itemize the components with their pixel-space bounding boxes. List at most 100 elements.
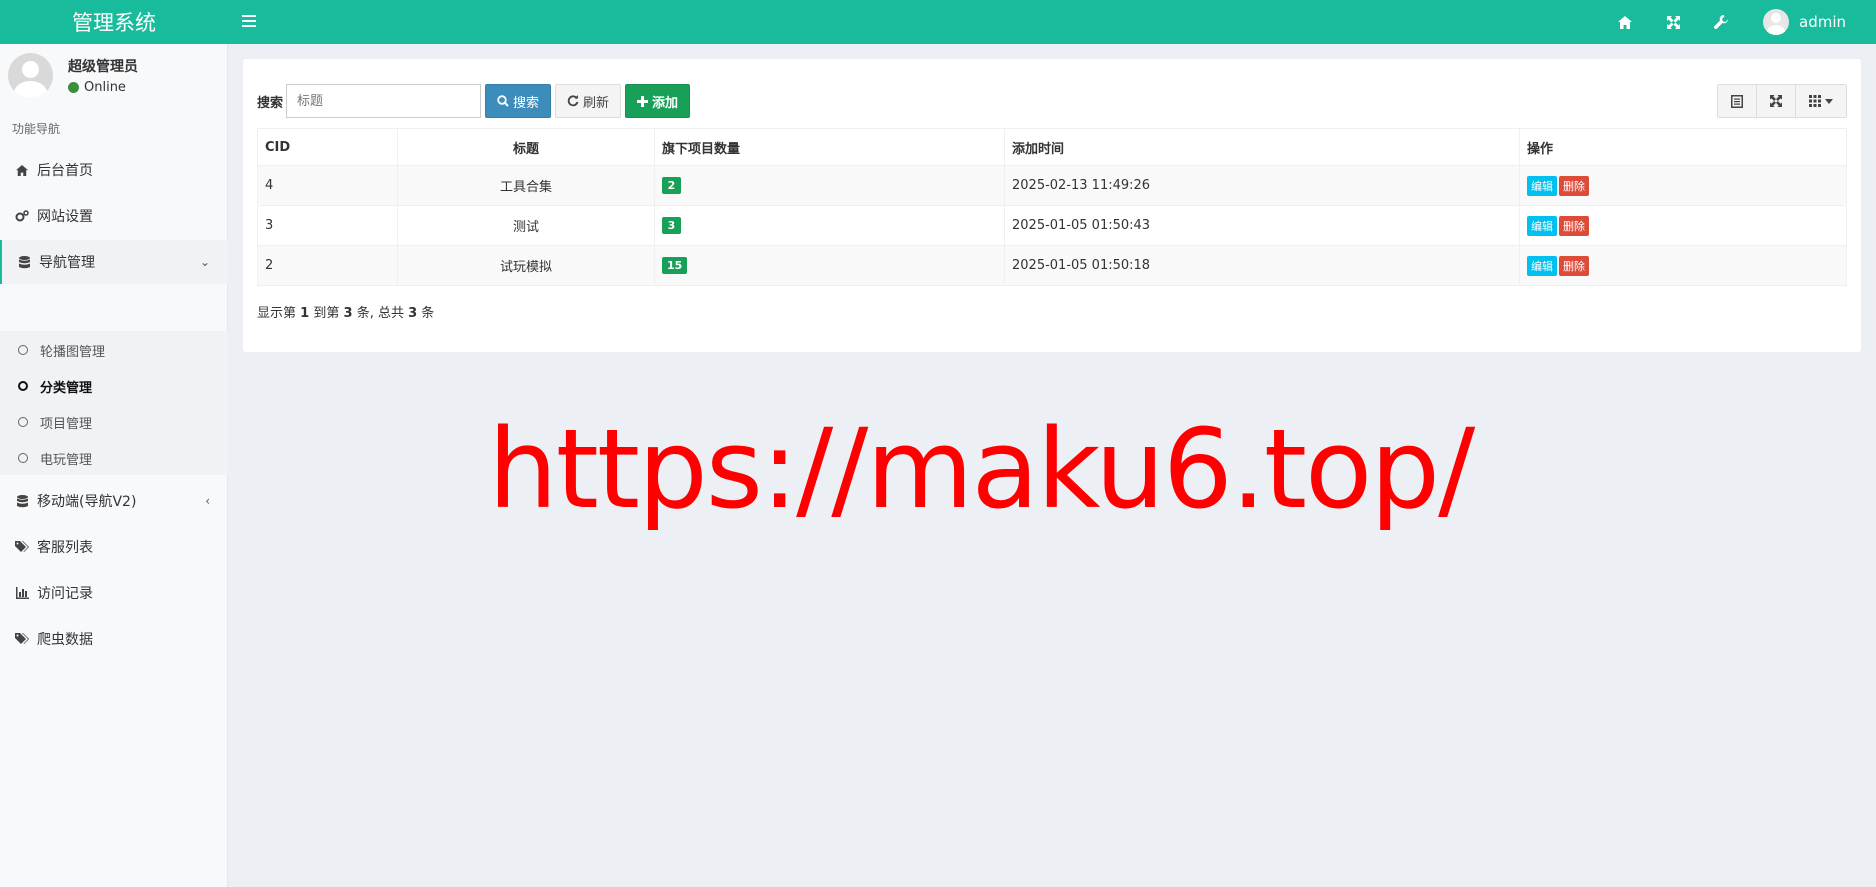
sidebar-item-crawler-data[interactable]: 爬虫数据 [0,617,228,661]
column-header-count[interactable]: 旗下项目数量 [654,128,1005,166]
cell-title: 测试 [397,205,655,246]
count-badge: 2 [662,177,681,194]
home-icon [1618,15,1632,29]
wrench-icon [1714,15,1728,29]
hamburger-icon [242,15,256,27]
toolbar: 搜索 搜索 刷新 添加 [257,84,691,118]
user-status-text: Online [84,80,126,95]
sidebar-item-mobile-nav[interactable]: 移动端(导航V2) ‹ [0,479,228,523]
add-button-label: 添加 [652,95,679,111]
table-tools [1717,84,1847,118]
menu-header: 功能导航 [12,122,61,136]
refresh-button[interactable]: 刷新 [555,84,622,118]
column-header-cid[interactable]: CID [257,128,398,166]
cell-count: 15 [654,245,1005,286]
circle-icon [18,417,28,427]
online-dot-icon [68,82,79,93]
pagination-total: 3 [408,306,418,321]
sidebar-subitem-category[interactable]: 分类管理 [0,369,228,403]
sidebar-item-navigation[interactable]: 导航管理 ⌄ [0,240,228,284]
expand-icon [1770,95,1782,107]
database-icon [17,255,31,269]
cell-cid: 4 [257,165,398,206]
cell-actions: 编辑 删除 [1519,165,1847,206]
tags-icon [15,632,29,646]
circle-icon [18,345,28,355]
expand-icon [1666,15,1680,29]
sidebar-item-label: 爬虫数据 [37,632,93,648]
sidebar-item-label: 移动端(导航V2) [37,494,137,510]
sidebar-toggle-button[interactable] [238,10,260,32]
cell-cid: 2 [257,245,398,286]
table-row: 4 工具合集 2 2025-02-13 11:49:26 编辑 删除 [257,165,1847,206]
sidebar-item-label: 客服列表 [37,540,93,556]
table-fullscreen-button[interactable] [1757,85,1796,117]
user-menu[interactable]: admin [1763,9,1846,35]
sidebar-subitem-project[interactable]: 项目管理 [0,405,228,439]
circle-icon [18,453,28,463]
add-button[interactable]: 添加 [625,84,691,118]
circle-icon [18,381,28,391]
search-button[interactable]: 搜索 [485,84,552,118]
edit-button[interactable]: 编辑 [1527,215,1557,236]
search-label: 搜索 [257,95,284,111]
cell-time: 2025-02-13 11:49:26 [1004,165,1520,206]
user-status: Online [68,80,126,95]
sidebar-subitem-games[interactable]: 电玩管理 [0,441,228,475]
search-input[interactable] [286,84,482,118]
sidebar-item-site-settings[interactable]: 网站设置 [0,194,228,238]
navigation-submenu: 轮播图管理 分类管理 项目管理 电玩管理 [0,331,228,475]
edit-button[interactable]: 编辑 [1527,255,1557,276]
sidebar-subitem-label: 电玩管理 [40,452,93,468]
clear-cache-button[interactable] [1697,0,1745,44]
user-panel: 超级管理员 Online [0,44,228,110]
sidebar-item-visit-log[interactable]: 访问记录 [0,571,228,615]
cell-cid: 3 [257,205,398,246]
column-header-actions: 操作 [1519,128,1847,166]
database-icon [15,494,29,508]
app-logo[interactable]: 管理系统 [0,0,228,44]
caret-down-icon [1825,98,1833,104]
cell-count: 3 [654,205,1005,246]
grid-icon [1809,95,1821,107]
header-username: admin [1799,13,1846,31]
sidebar-item-dashboard[interactable]: 后台首页 [0,148,228,192]
pagination-info: 显示第 1 到第 3 条, 总共 3 条 [257,302,434,321]
cell-actions: 编辑 删除 [1519,205,1847,246]
bar-chart-icon [15,586,29,600]
top-navbar: 管理系统 admin [0,0,1876,44]
avatar [1763,9,1789,35]
column-header-time[interactable]: 添加时间 [1004,128,1520,166]
sidebar-subitem-carousel[interactable]: 轮播图管理 [0,333,228,367]
sidebar-item-customer-service[interactable]: 客服列表 [0,525,228,569]
table-row: 3 测试 3 2025-01-05 01:50:43 编辑 删除 [257,205,1847,246]
sidebar-item-label: 后台首页 [37,163,93,179]
search-button-label: 搜索 [513,95,540,111]
delete-button[interactable]: 删除 [1559,255,1589,276]
content-panel: 搜索 搜索 刷新 添加 CID 标题 [243,59,1861,352]
column-header-title[interactable]: 标题 [397,128,655,166]
delete-button[interactable]: 删除 [1559,215,1589,236]
pagination-text: 到第 [313,306,340,321]
cell-title: 工具合集 [397,165,655,206]
toggle-view-button[interactable] [1718,85,1757,117]
sidebar-subitem-label: 轮播图管理 [40,344,106,360]
tags-icon [15,540,29,554]
cell-actions: 编辑 删除 [1519,245,1847,286]
home-button[interactable] [1601,0,1649,44]
count-badge: 15 [662,257,688,274]
edit-button[interactable]: 编辑 [1527,175,1557,196]
pagination-to: 3 [343,306,353,321]
category-table: CID 标题 旗下项目数量 添加时间 操作 4 工具合集 2 2025-02-1… [257,128,1847,286]
columns-dropdown-button[interactable] [1796,85,1846,117]
plus-icon [637,95,649,107]
gears-icon [15,209,29,223]
count-badge: 3 [662,217,681,234]
fullscreen-button[interactable] [1649,0,1697,44]
table-header-row: CID 标题 旗下项目数量 添加时间 操作 [257,128,1847,166]
pagination-from: 1 [300,306,310,321]
chevron-down-icon: ⌄ [199,255,210,269]
chevron-left-icon: ‹ [205,494,210,508]
delete-button[interactable]: 删除 [1559,175,1589,196]
avatar [8,53,53,98]
